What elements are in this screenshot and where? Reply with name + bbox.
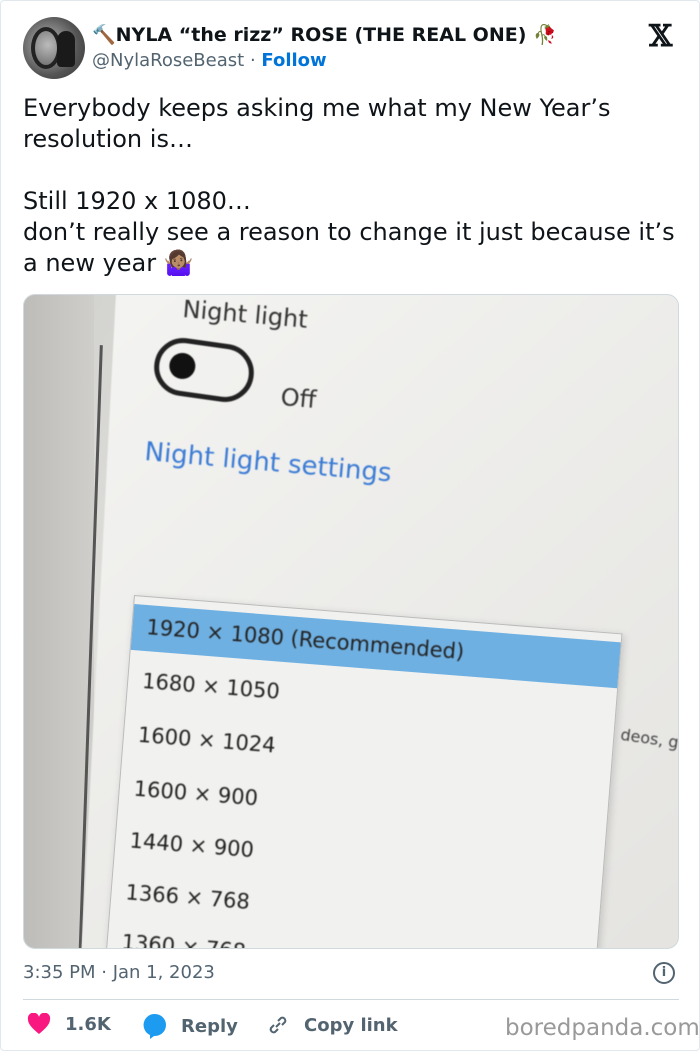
reply-label: Reply bbox=[181, 1015, 238, 1037]
separator: · bbox=[249, 50, 256, 71]
follow-button[interactable]: Follow bbox=[261, 50, 326, 71]
toggle-state: Off bbox=[279, 383, 318, 414]
resolution-dropdown: 1920 × 1080 (Recommended) 1680 × 1050 16… bbox=[101, 595, 623, 949]
x-logo-icon[interactable]: 𝕏 bbox=[649, 19, 672, 54]
watermark: boredpanda.com bbox=[505, 1015, 700, 1041]
copy-link-label: Copy link bbox=[304, 1014, 398, 1036]
link-icon bbox=[269, 1016, 287, 1034]
reply-button[interactable]: Reply bbox=[143, 1013, 238, 1039]
tweet-card: 🔨NYLA “the rizz” ROSE (THE REAL ONE) 🥀 @… bbox=[0, 0, 700, 1051]
author-handle[interactable]: @NylaRoseBeast bbox=[92, 50, 244, 71]
tweet-text: Everybody keeps asking me what my New Ye… bbox=[23, 94, 675, 277]
author-handle-row: @NylaRoseBeast · Follow bbox=[92, 50, 327, 71]
resolution-option: 1600 × 900 bbox=[132, 776, 259, 811]
copy-link-button[interactable]: Copy link bbox=[266, 1013, 398, 1037]
resolution-option: 1360 × 768 bbox=[120, 930, 247, 949]
tweet-photo[interactable]: Night light Off Night light settings deo… bbox=[23, 294, 679, 949]
like-button[interactable]: 1.6K bbox=[27, 1013, 111, 1035]
info-icon[interactable]: i bbox=[653, 962, 675, 984]
author-name[interactable]: 🔨NYLA “the rizz” ROSE (THE REAL ONE) 🥀 bbox=[92, 23, 557, 46]
heart-icon bbox=[27, 1013, 51, 1034]
resolution-option: 1366 × 768 bbox=[124, 880, 251, 914]
avatar[interactable] bbox=[23, 17, 85, 79]
resolution-option: 1440 × 900 bbox=[128, 828, 255, 863]
like-count: 1.6K bbox=[65, 1013, 111, 1035]
resolution-option: 1680 × 1050 bbox=[141, 668, 281, 704]
reply-bubble-icon bbox=[143, 1013, 166, 1039]
timestamp[interactable]: 3:35 PM · Jan 1, 2023 bbox=[23, 962, 215, 983]
divider bbox=[23, 999, 679, 1000]
resolution-option: 1600 × 1024 bbox=[137, 722, 277, 758]
